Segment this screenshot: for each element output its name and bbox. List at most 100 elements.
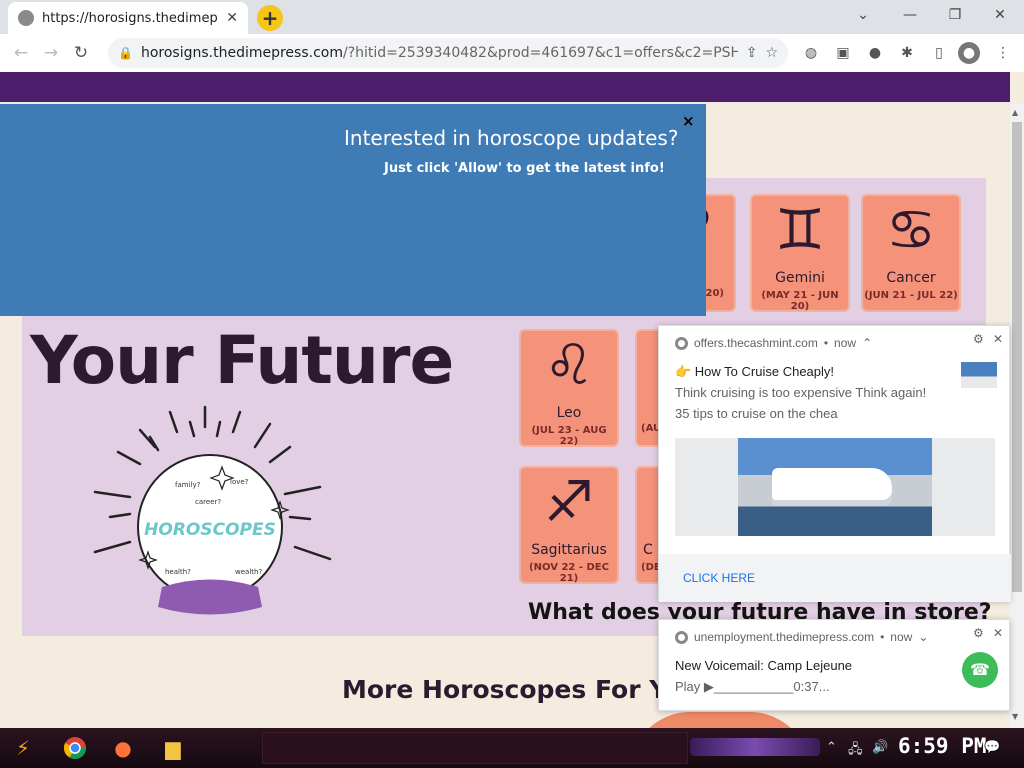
card-dates: (NOV 22 - DEC 21) <box>529 562 609 584</box>
chevron-down-icon[interactable]: ⌄ <box>918 630 928 644</box>
gemini-glyph-icon: ♊ <box>774 198 826 263</box>
restore-button[interactable]: ❐ <box>935 5 975 25</box>
ball-label: HOROSCOPES <box>144 520 276 540</box>
extension-icon[interactable]: ▣ <box>832 42 854 64</box>
card-name: Gemini <box>775 270 825 286</box>
taskbar-clock[interactable]: 6:59 PM <box>898 734 987 758</box>
url-text: horosigns.thedimepress.com/?hitid=253934… <box>140 45 738 61</box>
capricorn-glyph-icon: ♑ <box>637 468 659 538</box>
lock-icon: 🔒 <box>118 46 133 60</box>
chrome-icon <box>675 336 688 350</box>
leo-glyph-icon: ♌ <box>543 333 595 398</box>
notification-source: unemployment.thedimepress.com <box>694 630 875 644</box>
menu-icon[interactable]: ⋮ <box>992 42 1014 64</box>
notification-cruise[interactable]: offers.thecashmint.com • now ⌃ ⚙ ✕ 👉 How… <box>658 325 1011 602</box>
back-arrow-icon[interactable]: ← <box>6 38 36 68</box>
notification-body-line2: 35 tips to cruise on the chea <box>675 406 838 421</box>
chrome-icon <box>675 630 688 644</box>
close-icon[interactable]: ✕ <box>993 332 1003 346</box>
svg-text:wealth?: wealth? <box>235 568 262 576</box>
zodiac-card-leo[interactable]: ♌ Leo (JUL 23 - AUG 22) <box>519 329 619 447</box>
zodiac-card-cancer[interactable]: ♋ Cancer (JUN 21 - JUL 22) <box>861 194 961 312</box>
card-dates: (JUL 23 - AUG 22) <box>531 425 607 447</box>
close-icon[interactable]: ✕ <box>993 626 1003 640</box>
zodiac-card-capricorn[interactable]: ♑ C (DE <box>635 466 659 584</box>
zodiac-card-gemini[interactable]: ♊ Gemini (MAY 21 - JUN 20) <box>750 194 850 312</box>
reload-icon[interactable]: ↻ <box>66 38 96 68</box>
scrollbar-thumb[interactable] <box>1012 122 1022 592</box>
page-scrollbar[interactable]: ▲ ▼ <box>1010 104 1024 728</box>
notification-source: offers.thecashmint.com <box>694 336 818 350</box>
scroll-up-arrow-icon[interactable]: ▲ <box>1012 108 1018 117</box>
card-name: Cancer <box>886 270 936 286</box>
puzzle-icon[interactable]: ✱ <box>896 42 918 64</box>
notification-header: offers.thecashmint.com • now ⌃ <box>675 336 872 350</box>
card-name: Leo <box>556 405 582 421</box>
firefox-taskbar-icon[interactable]: ● <box>108 733 138 763</box>
file-explorer-icon[interactable]: ▆ <box>158 733 188 763</box>
close-window-button[interactable]: ✕ <box>980 5 1020 25</box>
cancer-glyph-icon: ♋ <box>885 198 937 263</box>
extension-icon[interactable]: ◍ <box>800 42 822 64</box>
card-dates: (JUN 21 - JUL 22) <box>864 290 958 301</box>
start-button-icon[interactable]: ⚡ <box>8 733 38 763</box>
tab-search-icon[interactable]: ⌄ <box>843 5 883 25</box>
virgo-glyph-icon: ♍ <box>637 331 659 401</box>
popup-close-button[interactable]: × <box>682 112 695 130</box>
cruise-ship-image <box>738 438 932 536</box>
profile-avatar[interactable]: ● <box>958 42 980 64</box>
click-here-button[interactable]: CLICK HERE <box>683 571 755 585</box>
gear-icon[interactable]: ⚙ <box>973 332 984 346</box>
crystal-ball-illustration: HOROSCOPES family? love? career? health?… <box>93 405 332 615</box>
new-tab-button[interactable]: + <box>257 5 283 31</box>
taskbar-decoration <box>690 738 820 756</box>
globe-icon <box>18 10 34 26</box>
svg-text:health?: health? <box>165 568 191 576</box>
browser-tab[interactable]: https://horosigns.thedimepress ✕ <box>8 2 248 34</box>
notification-thumbnail <box>961 362 997 388</box>
hero-heading: Your Future <box>30 322 454 399</box>
tab-strip: https://horosigns.thedimepress ✕ + ⌄ — ❐… <box>0 0 1024 34</box>
svg-text:love?: love? <box>230 478 249 486</box>
card-dates: (MAY 21 - JUN 20) <box>761 290 839 312</box>
taskbar: ⚡ ● ▆ ⌃ 🖧 🔊 6:59 PM 💬 <box>0 728 1024 768</box>
address-bar[interactable]: 🔒 horosigns.thedimepress.com/?hitid=2539… <box>108 38 788 68</box>
zodiac-card-aries[interactable]: ♈ 20) <box>706 194 738 312</box>
network-icon[interactable]: 🖧 <box>848 740 863 762</box>
decorative-arc <box>630 712 810 728</box>
svg-text:family?: family? <box>175 481 201 489</box>
notification-voicemail[interactable]: unemployment.thedimepress.com • now ⌄ ⚙ … <box>658 619 1010 711</box>
minimize-button[interactable]: — <box>890 5 930 25</box>
notification-time: now <box>834 336 857 350</box>
notification-body-line1: Think cruising is too expensive Think ag… <box>675 385 927 400</box>
side-panel-icon[interactable]: ▯ <box>928 42 950 64</box>
notification-time: now <box>890 630 913 644</box>
zodiac-card-virgo[interactable]: ♍ (AU <box>635 329 659 447</box>
notification-title: 👉 How To Cruise Cheaply! <box>675 364 835 379</box>
more-horoscopes-heading: More Horoscopes For You <box>342 675 701 704</box>
chevron-up-icon[interactable]: ⌃ <box>862 336 872 350</box>
notification-center-icon[interactable]: 💬 <box>984 740 1000 755</box>
sagittarius-glyph-icon: ♐ <box>543 470 595 535</box>
notification-image <box>675 438 995 536</box>
volume-icon[interactable]: 🔊 <box>872 740 888 755</box>
zodiac-card-sagittarius[interactable]: ♐ Sagittarius (NOV 22 - DEC 21) <box>519 466 619 584</box>
chrome-taskbar-icon[interactable] <box>60 733 90 763</box>
popup-subtitle: Just click 'Allow' to get the latest inf… <box>384 161 665 176</box>
gear-icon[interactable]: ⚙ <box>973 626 984 640</box>
aries-glyph-icon: ♈ <box>706 196 734 266</box>
taskbar-empty-area <box>262 732 688 764</box>
forward-arrow-icon[interactable]: → <box>36 38 66 68</box>
subscribe-popup: Interested in horoscope updates? Just cl… <box>0 104 706 316</box>
close-tab-icon[interactable]: ✕ <box>226 10 238 26</box>
site-header-bar <box>0 72 1010 102</box>
popup-title: Interested in horoscope updates? <box>344 126 679 150</box>
extension-icon[interactable]: ● <box>864 42 886 64</box>
tray-chevron-icon[interactable]: ⌃ <box>826 740 837 755</box>
card-name: Sagittarius <box>531 542 607 558</box>
scroll-down-arrow-icon[interactable]: ▼ <box>1012 712 1018 721</box>
notification-header: unemployment.thedimepress.com • now ⌄ <box>675 630 928 644</box>
notification-body: Play ▶___________0:37... <box>675 679 830 694</box>
share-icon[interactable]: ⇪ <box>746 45 758 61</box>
bookmark-star-icon[interactable]: ☆ <box>765 45 778 61</box>
